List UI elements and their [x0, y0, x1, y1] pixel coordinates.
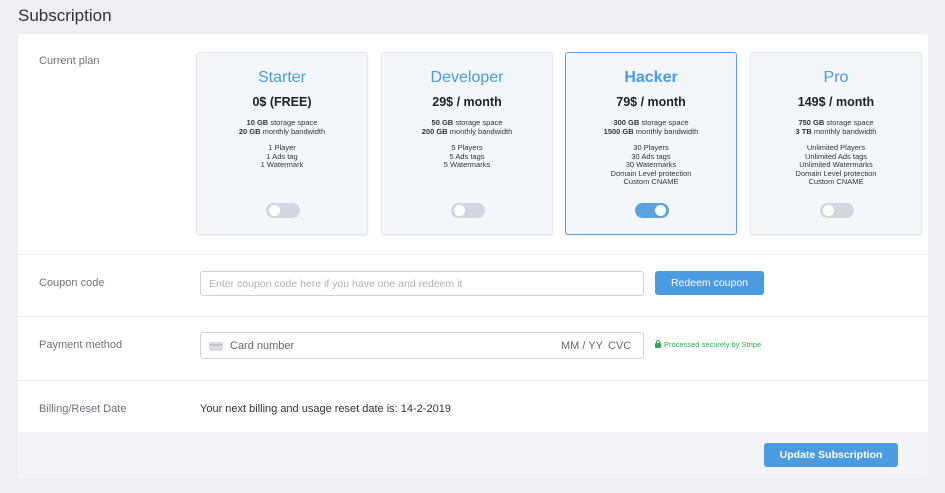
stripe-secure-note: Processed securely by Stripe [655, 340, 761, 349]
toggle-knob [823, 205, 834, 216]
plan-specs: 300 GB storage space 1500 GB monthly ban… [603, 118, 699, 136]
plan-features: Unlimited Players Unlimited Ads tags Unl… [751, 143, 921, 187]
redeem-coupon-button[interactable]: Redeem coupon [655, 271, 764, 295]
plan-card-developer[interactable]: Developer 29$ / month 50 GB storage spac… [381, 52, 553, 235]
plan-name: Pro [823, 69, 849, 86]
lock-icon [655, 340, 661, 348]
plan-feature: 1 Watermark [260, 160, 304, 170]
plan-specs: 750 GB storage space 3 TB monthly bandwi… [795, 118, 877, 136]
card-number-field[interactable]: Card number [230, 340, 294, 352]
billing-reset-date-text: Your next billing and usage reset date i… [200, 403, 451, 415]
plan-price: 149$ / month [797, 95, 875, 109]
plan-toggle-hacker[interactable] [635, 203, 669, 218]
current-plan-label: Current plan [39, 55, 100, 67]
payment-label: Payment method [39, 339, 123, 351]
plan-feature: 5 Watermarks [443, 160, 491, 170]
plan-card-pro[interactable]: Pro 149$ / month 750 GB storage space 3 … [750, 52, 922, 235]
plan-feature: Custom CNAME [808, 177, 864, 187]
billing-label: Billing/Reset Date [39, 403, 127, 415]
plan-price: 29$ / month [432, 95, 502, 109]
plan-feature: Custom CNAME [623, 177, 679, 187]
toggle-knob [269, 205, 280, 216]
plan-toggle-pro[interactable] [820, 203, 854, 218]
update-subscription-button[interactable]: Update Subscription [764, 443, 898, 467]
coupon-input[interactable] [200, 271, 644, 296]
plan-specs: 50 GB storage space 200 GB monthly bandw… [421, 118, 513, 136]
plan-name: Developer [430, 69, 504, 86]
plan-card-hacker[interactable]: Hacker 79$ / month 300 GB storage space … [565, 52, 737, 235]
card-expiry-field[interactable]: MM / YY [561, 340, 603, 352]
toggle-knob [655, 205, 666, 216]
plan-card-starter[interactable]: Starter 0$ (FREE) 10 GB storage space 20… [196, 52, 368, 235]
coupon-label: Coupon code [39, 277, 105, 289]
toggle-knob [454, 205, 465, 216]
plan-features: 1 Player 1 Ads tag 1 Watermark [197, 143, 367, 170]
subscription-card: Current plan Starter 0$ (FREE) 10 GB sto… [18, 34, 928, 478]
plan-toggle-developer[interactable] [451, 203, 485, 218]
credit-card-icon [209, 342, 223, 351]
page-title: Subscription [18, 6, 112, 25]
plan-toggle-starter[interactable] [266, 203, 300, 218]
billing-row: Billing/Reset Date [18, 381, 928, 432]
plan-name: Hacker [624, 69, 678, 86]
plan-name: Starter [257, 69, 306, 86]
card-input-field[interactable]: Card number MM / YY CVC [200, 332, 644, 359]
plan-price: 79$ / month [616, 95, 686, 109]
plan-features: 5 Players 5 Ads tags 5 Watermarks [382, 143, 552, 170]
plan-specs: 10 GB storage space 20 GB monthly bandwi… [238, 118, 326, 136]
card-footer: Update Subscription [18, 432, 928, 478]
plan-features: 30 Players 30 Ads tags 30 Watermarks Dom… [566, 143, 736, 187]
card-cvc-field[interactable]: CVC [608, 340, 631, 352]
current-plan-row: Current plan Starter 0$ (FREE) 10 GB sto… [18, 34, 928, 255]
plan-price: 0$ (FREE) [252, 95, 312, 109]
